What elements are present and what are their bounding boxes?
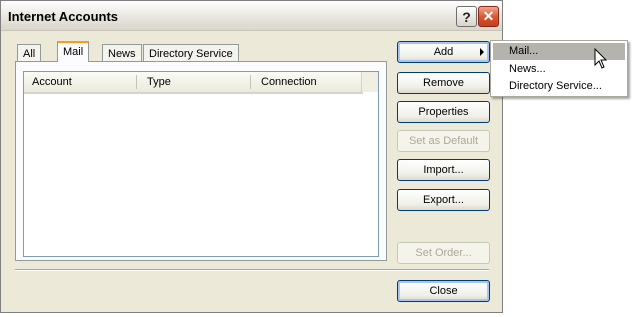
list-header: Account Type Connection	[24, 72, 363, 94]
header-scroll-corner	[361, 72, 378, 92]
close-icon[interactable]: ✕	[478, 6, 499, 27]
set-order-button[interactable]: Set Order...	[397, 242, 490, 264]
column-connection[interactable]: Connection	[261, 76, 317, 88]
column-separator[interactable]	[136, 75, 137, 89]
export-button[interactable]: Export...	[397, 189, 490, 211]
tab-directory-service[interactable]: Directory Service	[143, 44, 239, 62]
tab-panel: Account Type Connection	[15, 61, 387, 261]
column-separator[interactable]	[250, 75, 251, 89]
divider	[15, 269, 489, 271]
column-account[interactable]: Account	[32, 76, 72, 88]
add-button-label: Add	[433, 46, 454, 58]
remove-button[interactable]: Remove	[397, 72, 490, 94]
tab-mail[interactable]: Mail	[57, 41, 90, 62]
tab-news[interactable]: News	[102, 44, 142, 62]
internet-accounts-dialog: Internet Accounts ? ✕ All Mail News Dire…	[0, 0, 503, 313]
accounts-list[interactable]: Account Type Connection	[23, 71, 379, 257]
properties-button[interactable]: Properties	[397, 101, 490, 123]
window-title: Internet Accounts	[8, 9, 119, 24]
help-icon[interactable]: ?	[456, 6, 477, 27]
add-button[interactable]: Add	[397, 41, 490, 63]
tab-all[interactable]: All	[17, 44, 42, 62]
title-bar: Internet Accounts ? ✕	[1, 1, 502, 31]
import-button[interactable]: Import...	[397, 159, 490, 181]
mouse-pointer-icon	[594, 48, 608, 69]
menu-item-directory-service[interactable]: Directory Service...	[493, 78, 625, 95]
submenu-arrow-icon	[480, 48, 484, 56]
set-as-default-button[interactable]: Set as Default	[397, 130, 490, 152]
column-type[interactable]: Type	[147, 76, 171, 88]
close-button[interactable]: Close	[397, 280, 490, 302]
